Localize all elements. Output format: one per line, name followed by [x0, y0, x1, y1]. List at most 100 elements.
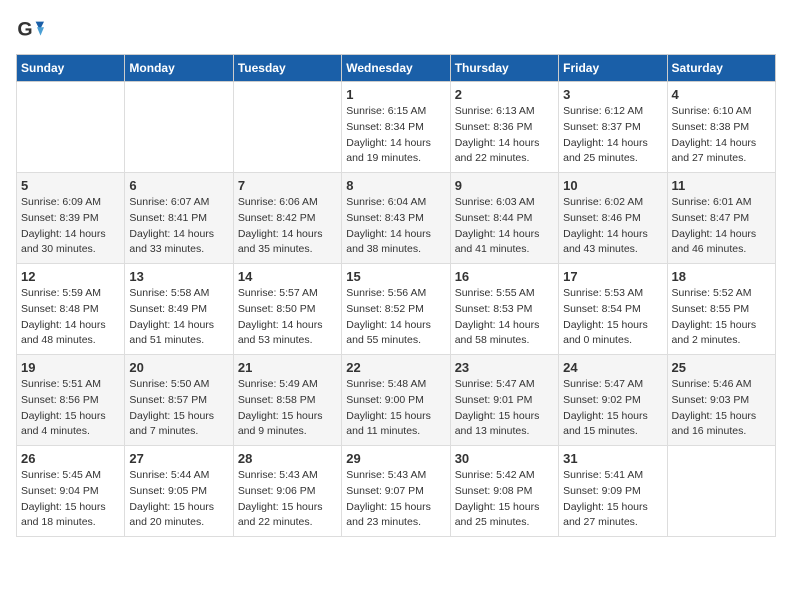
- day-number: 16: [455, 269, 554, 284]
- day-number: 29: [346, 451, 445, 466]
- day-cell: 26 Sunrise: 5:45 AM Sunset: 9:04 PM Dayli…: [17, 446, 125, 537]
- day-number: 13: [129, 269, 228, 284]
- day-cell: 27 Sunrise: 5:44 AM Sunset: 9:05 PM Dayli…: [125, 446, 233, 537]
- day-number: 3: [563, 87, 662, 102]
- day-info: Sunrise: 5:44 AM Sunset: 9:05 PM Dayligh…: [129, 468, 228, 531]
- day-number: 14: [238, 269, 337, 284]
- day-number: 22: [346, 360, 445, 375]
- day-cell: 20 Sunrise: 5:50 AM Sunset: 8:57 PM Dayli…: [125, 355, 233, 446]
- day-cell: [667, 446, 775, 537]
- day-info: Sunrise: 5:55 AM Sunset: 8:53 PM Dayligh…: [455, 286, 554, 349]
- header-row: SundayMondayTuesdayWednesdayThursdayFrid…: [17, 55, 776, 82]
- header-thursday: Thursday: [450, 55, 558, 82]
- header-sunday: Sunday: [17, 55, 125, 82]
- day-cell: 3 Sunrise: 6:12 AM Sunset: 8:37 PM Daylig…: [559, 82, 667, 173]
- day-cell: 8 Sunrise: 6:04 AM Sunset: 8:43 PM Daylig…: [342, 173, 450, 264]
- day-cell: 5 Sunrise: 6:09 AM Sunset: 8:39 PM Daylig…: [17, 173, 125, 264]
- day-info: Sunrise: 6:15 AM Sunset: 8:34 PM Dayligh…: [346, 104, 445, 167]
- day-info: Sunrise: 6:10 AM Sunset: 8:38 PM Dayligh…: [672, 104, 771, 167]
- day-cell: 1Sunrise: 6:15 AM Sunset: 8:34 PM Daylig…: [342, 82, 450, 173]
- day-number: 21: [238, 360, 337, 375]
- day-cell: 21 Sunrise: 5:49 AM Sunset: 8:58 PM Dayli…: [233, 355, 341, 446]
- day-number: 10: [563, 178, 662, 193]
- day-number: 20: [129, 360, 228, 375]
- day-info: Sunrise: 6:07 AM Sunset: 8:41 PM Dayligh…: [129, 195, 228, 258]
- day-number: 19: [21, 360, 120, 375]
- day-info: Sunrise: 5:58 AM Sunset: 8:49 PM Dayligh…: [129, 286, 228, 349]
- day-info: Sunrise: 6:13 AM Sunset: 8:36 PM Dayligh…: [455, 104, 554, 167]
- day-cell: 14Sunrise: 5:57 AM Sunset: 8:50 PM Dayli…: [233, 264, 341, 355]
- day-number: 2: [455, 87, 554, 102]
- day-number: 18: [672, 269, 771, 284]
- week-row-5: 26 Sunrise: 5:45 AM Sunset: 9:04 PM Dayli…: [17, 446, 776, 537]
- day-number: 28: [238, 451, 337, 466]
- header-tuesday: Tuesday: [233, 55, 341, 82]
- day-info: Sunrise: 6:03 AM Sunset: 8:44 PM Dayligh…: [455, 195, 554, 258]
- day-cell: 15Sunrise: 5:56 AM Sunset: 8:52 PM Dayli…: [342, 264, 450, 355]
- day-number: 24: [563, 360, 662, 375]
- day-info: Sunrise: 6:01 AM Sunset: 8:47 PM Dayligh…: [672, 195, 771, 258]
- day-number: 7: [238, 178, 337, 193]
- day-info: Sunrise: 6:06 AM Sunset: 8:42 PM Dayligh…: [238, 195, 337, 258]
- day-number: 4: [672, 87, 771, 102]
- day-cell: 31 Sunrise: 5:41 AM Sunset: 9:09 PM Dayli…: [559, 446, 667, 537]
- day-info: Sunrise: 6:09 AM Sunset: 8:39 PM Dayligh…: [21, 195, 120, 258]
- day-number: 30: [455, 451, 554, 466]
- calendar-table: SundayMondayTuesdayWednesdayThursdayFrid…: [16, 54, 776, 537]
- day-cell: 6Sunrise: 6:07 AM Sunset: 8:41 PM Daylig…: [125, 173, 233, 264]
- day-info: Sunrise: 5:41 AM Sunset: 9:09 PM Dayligh…: [563, 468, 662, 531]
- week-row-3: 12Sunrise: 5:59 AM Sunset: 8:48 PM Dayli…: [17, 264, 776, 355]
- day-number: 23: [455, 360, 554, 375]
- day-info: Sunrise: 5:49 AM Sunset: 8:58 PM Dayligh…: [238, 377, 337, 440]
- week-row-1: 1Sunrise: 6:15 AM Sunset: 8:34 PM Daylig…: [17, 82, 776, 173]
- header-monday: Monday: [125, 55, 233, 82]
- day-info: Sunrise: 6:12 AM Sunset: 8:37 PM Dayligh…: [563, 104, 662, 167]
- day-cell: [125, 82, 233, 173]
- day-cell: 16 Sunrise: 5:55 AM Sunset: 8:53 PM Dayli…: [450, 264, 558, 355]
- day-info: Sunrise: 5:46 AM Sunset: 9:03 PM Dayligh…: [672, 377, 771, 440]
- day-info: Sunrise: 5:48 AM Sunset: 9:00 PM Dayligh…: [346, 377, 445, 440]
- logo-icon: G: [16, 16, 44, 44]
- day-number: 9: [455, 178, 554, 193]
- day-cell: 23 Sunrise: 5:47 AM Sunset: 9:01 PM Dayli…: [450, 355, 558, 446]
- day-info: Sunrise: 5:52 AM Sunset: 8:55 PM Dayligh…: [672, 286, 771, 349]
- header: G: [16, 16, 776, 44]
- header-wednesday: Wednesday: [342, 55, 450, 82]
- day-info: Sunrise: 5:51 AM Sunset: 8:56 PM Dayligh…: [21, 377, 120, 440]
- logo: G: [16, 16, 48, 44]
- day-cell: 28Sunrise: 5:43 AM Sunset: 9:06 PM Dayli…: [233, 446, 341, 537]
- day-cell: [17, 82, 125, 173]
- day-number: 27: [129, 451, 228, 466]
- day-number: 5: [21, 178, 120, 193]
- day-cell: 29 Sunrise: 5:43 AM Sunset: 9:07 PM Dayli…: [342, 446, 450, 537]
- day-cell: 7 Sunrise: 6:06 AM Sunset: 8:42 PM Daylig…: [233, 173, 341, 264]
- day-cell: 19 Sunrise: 5:51 AM Sunset: 8:56 PM Dayli…: [17, 355, 125, 446]
- day-info: Sunrise: 5:47 AM Sunset: 9:02 PM Dayligh…: [563, 377, 662, 440]
- day-number: 26: [21, 451, 120, 466]
- day-info: Sunrise: 5:43 AM Sunset: 9:07 PM Dayligh…: [346, 468, 445, 531]
- day-number: 8: [346, 178, 445, 193]
- day-cell: 10 Sunrise: 6:02 AM Sunset: 8:46 PM Dayli…: [559, 173, 667, 264]
- day-number: 12: [21, 269, 120, 284]
- day-cell: 30Sunrise: 5:42 AM Sunset: 9:08 PM Dayli…: [450, 446, 558, 537]
- day-info: Sunrise: 5:50 AM Sunset: 8:57 PM Dayligh…: [129, 377, 228, 440]
- day-cell: 25 Sunrise: 5:46 AM Sunset: 9:03 PM Dayli…: [667, 355, 775, 446]
- day-info: Sunrise: 5:47 AM Sunset: 9:01 PM Dayligh…: [455, 377, 554, 440]
- day-cell: 4 Sunrise: 6:10 AM Sunset: 8:38 PM Daylig…: [667, 82, 775, 173]
- day-cell: 17Sunrise: 5:53 AM Sunset: 8:54 PM Dayli…: [559, 264, 667, 355]
- svg-text:G: G: [17, 19, 32, 41]
- week-row-4: 19 Sunrise: 5:51 AM Sunset: 8:56 PM Dayli…: [17, 355, 776, 446]
- day-cell: 22 Sunrise: 5:48 AM Sunset: 9:00 PM Dayli…: [342, 355, 450, 446]
- day-cell: 12Sunrise: 5:59 AM Sunset: 8:48 PM Dayli…: [17, 264, 125, 355]
- header-saturday: Saturday: [667, 55, 775, 82]
- day-info: Sunrise: 6:04 AM Sunset: 8:43 PM Dayligh…: [346, 195, 445, 258]
- day-cell: [233, 82, 341, 173]
- day-info: Sunrise: 5:45 AM Sunset: 9:04 PM Dayligh…: [21, 468, 120, 531]
- day-info: Sunrise: 5:53 AM Sunset: 8:54 PM Dayligh…: [563, 286, 662, 349]
- day-number: 31: [563, 451, 662, 466]
- day-cell: 13 Sunrise: 5:58 AM Sunset: 8:49 PM Dayli…: [125, 264, 233, 355]
- day-number: 25: [672, 360, 771, 375]
- day-info: Sunrise: 6:02 AM Sunset: 8:46 PM Dayligh…: [563, 195, 662, 258]
- header-friday: Friday: [559, 55, 667, 82]
- day-number: 15: [346, 269, 445, 284]
